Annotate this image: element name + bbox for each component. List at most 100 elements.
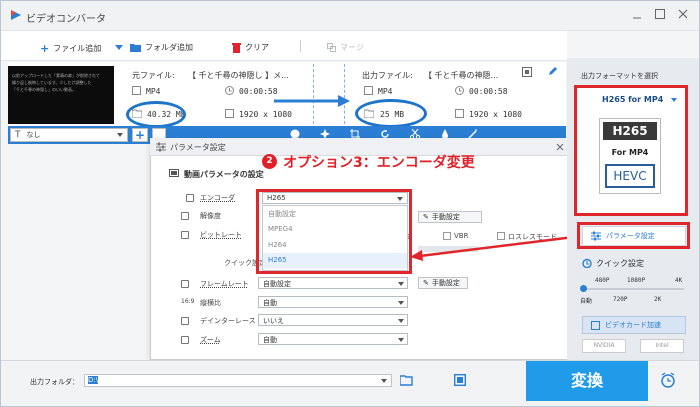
framerate-label: フレームレート [200,280,249,288]
highlight-ellipse [126,101,186,128]
add-file-label: ファイル追加 [53,44,102,53]
subtitle-select[interactable]: T なし [10,128,128,142]
zoom-label: ズーム [200,336,221,344]
add-folder-button[interactable]: フォルダ追加 [130,42,193,53]
format-icon [364,86,373,95]
highlight-box [256,189,412,274]
thumbnail-line: 以前アップロードした「素晴の扉」が削除されて [12,73,100,78]
deinterlace-icon [181,317,189,325]
deinterlace-select[interactable]: いいえ [258,314,408,326]
folder-open-icon[interactable] [400,375,413,386]
manual-label: 手動設定 [431,279,460,287]
manual-label: 手動設定 [431,213,460,221]
thumbnail-line: 繰り返し後悔しています。少しだけ調整した [12,80,92,85]
output-folder-input[interactable]: D:\ [84,374,392,387]
manual-resolution-button[interactable]: ✎ 手動設定 [418,211,482,223]
source-resolution: 1920 x 1080 [239,110,292,119]
chevron-down-icon [398,319,404,323]
chevron-down-icon [398,282,404,286]
step-badge: 2 [262,154,277,169]
aspect-value: 自動 [263,299,277,307]
merge-button[interactable]: マージ [327,42,364,53]
aspect-icon: 16:9 [181,298,195,305]
convert-button[interactable]: 変換 [526,361,648,401]
mark-label: 480P [595,277,610,284]
encoder-icon [186,194,194,202]
framerate-value: 自動設定 [263,280,291,288]
quick-setting-label: クイック設定 [596,259,644,268]
video-thumbnail[interactable]: 以前アップロードした「素晴の扉」が削除されて 繰り返し後悔しています。少しだけ調… [8,66,114,124]
output-format-icon[interactable] [522,67,532,77]
output-folder-path: D:\ [88,376,99,384]
mark-label: 720P [613,296,628,303]
gpu-accel-label: ビデオカード加速 [605,321,661,329]
format-select-label: 出力フォーマットを選択 [581,72,658,80]
output-filename: 【 千と千尋の神隠... [424,71,499,80]
toolbar-divider [300,40,301,52]
clear-label: クリア [245,43,269,52]
framerate-icon [181,280,189,288]
app-title: ビデオコンバータ [26,14,106,25]
clock-icon [455,86,464,95]
chevron-down-icon [398,301,404,305]
quality-slider-handle[interactable] [580,285,587,292]
format-icon [132,86,141,95]
annotation-text: オプション3：エンコーダ変更 [283,155,475,171]
minimize-icon[interactable] [633,12,641,20]
alarm-clock-icon[interactable] [660,372,676,388]
resolution-label: 解像度 [200,212,221,220]
zoom-select[interactable]: 自動 [258,333,408,345]
encoder-label: エンコーダ [200,194,235,202]
highlight-ellipse [355,99,427,128]
subtitle-icon: T [15,130,21,140]
highlight-box [577,222,690,249]
zoom-value: 自動 [263,336,277,344]
clear-button[interactable]: クリア [232,42,269,53]
app-logo-icon [11,10,21,20]
add-subtitle-button[interactable]: + [132,128,148,142]
manual-framerate-button[interactable]: ✎ 手動設定 [418,277,468,289]
section-title: 動画パラメータの設定 [184,170,264,179]
trash-icon [232,42,241,53]
resolution-icon [225,109,234,118]
gpu-accel-button[interactable]: ビデオカード加速 [582,316,686,334]
zoom-icon [181,336,189,344]
output-preview-icon[interactable] [454,374,466,386]
subtitle-value: なし [26,131,41,139]
output-label: 出力ファイル: [362,71,413,80]
highlight-box [574,85,688,216]
resolution-icon [455,109,464,118]
output-format: MP4 [378,87,393,96]
timer-icon [582,258,592,268]
plus-icon: + [134,128,146,142]
film-icon [169,169,179,177]
add-folder-label: フォルダ追加 [145,43,193,52]
add-file-button[interactable]: + ファイル追加 [40,42,101,55]
aspect-select[interactable]: 自動 [258,296,408,308]
edit-icon[interactable] [548,67,557,76]
merge-icon [327,43,336,52]
edit-icon: ✎ [423,213,429,221]
dialog-close-icon[interactable] [556,143,564,151]
merge-label: マージ [340,43,364,52]
edit-icon: ✎ [423,279,429,287]
clock-icon [225,86,234,95]
quality-slider-track[interactable] [582,288,684,290]
intel-badge: Intel [640,339,684,353]
maximize-icon[interactable] [655,9,665,19]
chevron-down-icon [117,133,123,137]
add-file-dropdown-icon[interactable] [115,45,123,51]
framerate-select[interactable]: 自動設定 [258,277,408,289]
arrow-left-icon [410,234,583,261]
thumbnail-line: 「千と千尋の神隠し」のいい動画。 [12,87,76,92]
chevron-down-icon [398,338,404,342]
close-icon[interactable] [678,9,688,19]
sliders-icon [156,142,166,152]
dialog-title: パラメータ設定 [170,143,226,152]
chevron-down-icon[interactable] [381,379,387,383]
bitrate-icon [181,231,189,239]
deinterlace-label: デインターレース [200,317,256,325]
plus-icon: + [40,42,50,55]
source-filename: 【 千と千尋の神隠し 】メ... [188,71,289,80]
mark-label: 自動 [580,298,593,305]
